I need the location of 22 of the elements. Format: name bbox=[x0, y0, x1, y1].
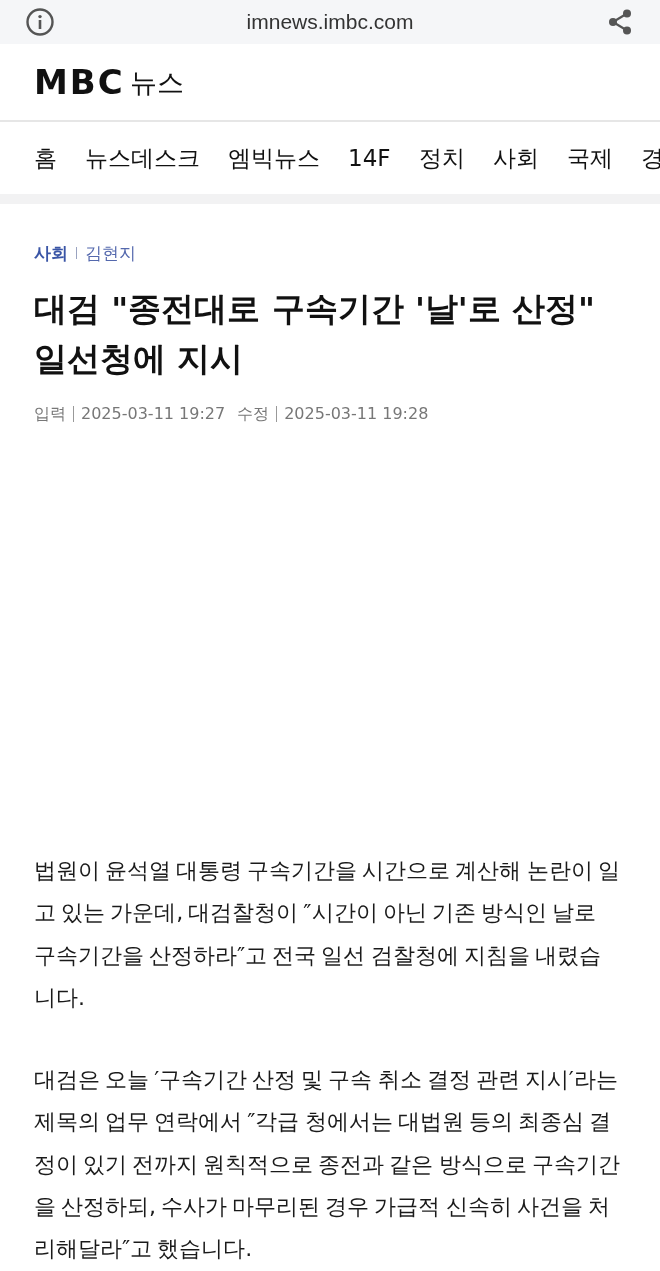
nav-tab[interactable]: 14F bbox=[348, 145, 391, 171]
published-date: 2025-03-11 19:27 bbox=[81, 404, 226, 424]
nav-tab[interactable]: 국제 bbox=[566, 142, 613, 174]
nav-tab[interactable]: 정치 bbox=[418, 142, 465, 174]
logo[interactable]: MBC bbox=[34, 65, 125, 99]
article-paragraph: 법원이 윤석열 대통령 구속기간을 시간으로 계산해 논란이 일고 있는 가운데, 대검찰청이 ″시간이 아닌 기존 방식인 날로 구속기간을 산정하라″고 전국 일선 검찰청에 지침을 내렸습니다. bbox=[34, 857, 621, 1012]
url-text[interactable]: imnews.imbc.com bbox=[246, 10, 414, 34]
nav-tab[interactable]: 뉴스데스크 bbox=[85, 142, 200, 174]
nav-tab[interactable]: 홈 bbox=[34, 142, 57, 174]
nav-tab[interactable]: 사회 bbox=[492, 142, 539, 174]
published-label: 입력 bbox=[34, 404, 66, 424]
updated-label: 수정 bbox=[237, 404, 270, 424]
nav-tab[interactable]: 경 bbox=[640, 142, 660, 174]
updated-date: 2025-03-11 19:28 bbox=[284, 404, 429, 424]
author-name[interactable]: 김현지 bbox=[85, 242, 136, 264]
article-paragraph: 대검은 오늘 ′구속기간 산정 및 구속 취소 결정 관련 지시′라는 제목의 업무 연락에서 ″각급 청에서는 대법원 등의 최종심 결정이 있기 전까지 원칙적으로 종전과 같은 방식으로 구속기간을 산정하되, 수사가 마무리된 경우 가급적 신속히 사건을 처리해달라″고 했습니다. bbox=[34, 1066, 621, 1264]
category-link[interactable]: 사회 bbox=[34, 242, 68, 264]
nav-tab[interactable]: 엠빅뉴스 bbox=[228, 142, 320, 174]
share-icon[interactable] bbox=[608, 9, 632, 35]
section-title[interactable]: 뉴스 bbox=[129, 68, 184, 96]
article-title: 대검 "종전대로 구속기간 '날'로 산정" 일선청에 지시 bbox=[34, 289, 597, 380]
info-icon[interactable] bbox=[26, 8, 54, 36]
